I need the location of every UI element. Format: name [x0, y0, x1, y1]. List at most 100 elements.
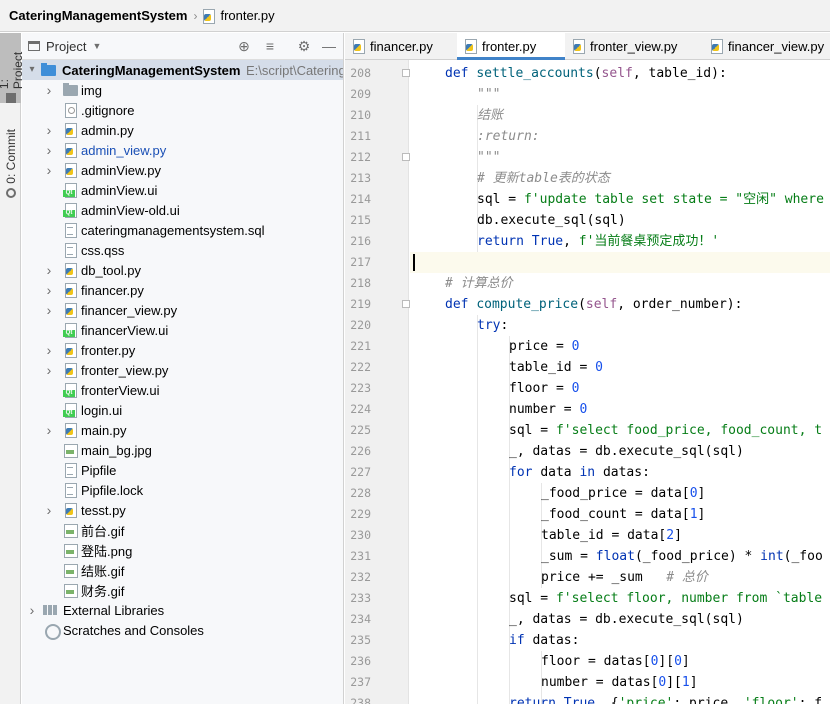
tree-item[interactable]: main_bg.jpg	[22, 440, 343, 460]
breadcrumb-project[interactable]: CateringManagementSystem	[9, 8, 187, 23]
code-line[interactable]: def settle_accounts(self, table_id):	[410, 63, 830, 84]
code-line[interactable]: table_id = 0	[410, 357, 830, 378]
project-view-selector[interactable]: Project	[46, 39, 86, 54]
tree-item[interactable]: › fronter.py	[22, 340, 343, 360]
tree-item-label: External Libraries	[63, 602, 165, 618]
code-line[interactable]: sql = f'select floor, number from `table	[410, 588, 830, 609]
code-line[interactable]: _food_count = data[1]	[410, 504, 830, 525]
tree-item[interactable]: › db_tool.py	[22, 260, 343, 280]
code-line[interactable]: return True, {'price': price, 'floor': f	[410, 693, 830, 704]
text-cursor	[413, 254, 415, 271]
chevron-right-icon[interactable]: ›	[44, 120, 54, 140]
tree-item-external-libraries[interactable]: › External Libraries	[22, 600, 343, 620]
code-line[interactable]: table_id = data[2]	[410, 525, 830, 546]
code-line[interactable]: number = datas[0][1]	[410, 672, 830, 693]
tree-item[interactable]: 前台.gif	[22, 520, 343, 540]
tree-item[interactable]: › tesst.py	[22, 500, 343, 520]
code-line[interactable]: floor = 0	[410, 378, 830, 399]
code-line[interactable]: sql = f'update table set state = "空闲" wh…	[410, 189, 830, 210]
editor-tab[interactable]: fronter_view.py	[565, 33, 703, 60]
tree-item[interactable]: 结账.gif	[22, 560, 343, 580]
breadcrumb-file[interactable]: fronter.py	[220, 8, 274, 23]
code-line[interactable]: return True, f'当前餐桌预定成功！'	[410, 231, 830, 252]
code-line[interactable]: :return:	[410, 126, 830, 147]
tree-item[interactable]: css.qss	[22, 240, 343, 260]
code-line[interactable]: sql = f'select food_price, food_count, t	[410, 420, 830, 441]
tree-item[interactable]: Pipfile	[22, 460, 343, 480]
line-number: 220	[350, 318, 371, 332]
chevron-right-icon[interactable]: ›	[44, 420, 54, 440]
code-token: 'floor'	[743, 696, 799, 704]
editor-tab[interactable]: fronter.py	[457, 33, 565, 60]
tree-item-label: fronter.py	[81, 342, 136, 358]
tree-item[interactable]: adminView-old.ui	[22, 200, 343, 220]
tree-item-scratches[interactable]: Scratches and Consoles	[22, 620, 343, 640]
chevron-down-icon[interactable]: ▾	[27, 60, 37, 80]
tree-item[interactable]: › admin.py	[22, 120, 343, 140]
tree-item[interactable]: › fronter_view.py	[22, 360, 343, 380]
tree-item[interactable]: adminView.ui	[22, 180, 343, 200]
tree-item[interactable]: login.ui	[22, 400, 343, 420]
chevron-right-icon[interactable]: ›	[44, 80, 54, 100]
chevron-right-icon[interactable]: ›	[44, 280, 54, 300]
chevron-down-icon[interactable]: ▼	[92, 41, 101, 51]
chevron-right-icon[interactable]: ›	[44, 500, 54, 520]
collapse-all-icon[interactable]: ≡	[262, 38, 278, 54]
tree-item[interactable]: fronterView.ui	[22, 380, 343, 400]
fold-marker-icon[interactable]	[402, 300, 410, 308]
tree-item[interactable]: › adminView.py	[22, 160, 343, 180]
code-line[interactable]: """	[410, 84, 830, 105]
code-line[interactable]: # 更新table表的状态	[410, 168, 830, 189]
fold-marker-icon[interactable]	[402, 69, 410, 77]
commit-tool-tab[interactable]: 0: Commit	[0, 125, 21, 205]
tree-item[interactable]: .gitignore	[22, 100, 343, 120]
code-line[interactable]: def compute_price(self, order_number):	[410, 294, 830, 315]
code-line[interactable]: # 计算总价	[410, 273, 830, 294]
code-line[interactable]: price += _sum # 总价	[410, 567, 830, 588]
code-line[interactable]: if datas:	[410, 630, 830, 651]
locate-icon[interactable]: ⊕	[236, 38, 252, 54]
tree-item[interactable]: › financer.py	[22, 280, 343, 300]
tree-root-row[interactable]: ▾ CateringManagementSystem E:\script\Cat…	[22, 60, 343, 80]
tree-item[interactable]: cateringmanagementsystem.sql	[22, 220, 343, 240]
project-tool-tab[interactable]: 1: Project	[0, 33, 25, 103]
code-line[interactable]: _, datas = db.execute_sql(sql)	[410, 609, 830, 630]
editor-tab[interactable]: financer_view.py	[703, 33, 830, 60]
tree-item[interactable]: Pipfile.lock	[22, 480, 343, 500]
line-number: 221	[350, 339, 371, 353]
code-line[interactable]: floor = datas[0][0]	[410, 651, 830, 672]
code-line[interactable]: db.execute_sql(sql)	[410, 210, 830, 231]
code-line[interactable]: try:	[410, 315, 830, 336]
code-line[interactable]	[410, 252, 830, 273]
tree-item[interactable]: 登陆.png	[22, 540, 343, 560]
code-line[interactable]: 结账	[410, 105, 830, 126]
tree-item[interactable]: › main.py	[22, 420, 343, 440]
code-line[interactable]: _, datas = db.execute_sql(sql)	[410, 441, 830, 462]
code-line[interactable]: number = 0	[410, 399, 830, 420]
chevron-right-icon[interactable]: ›	[27, 600, 37, 620]
tree-item[interactable]: financerView.ui	[22, 320, 343, 340]
code-line[interactable]: _sum = float(_food_price) * int(_foo	[410, 546, 830, 567]
hide-icon[interactable]: —	[321, 38, 337, 54]
tree-item[interactable]: › financer_view.py	[22, 300, 343, 320]
tree-item[interactable]: 财务.gif	[22, 580, 343, 600]
chevron-right-icon[interactable]: ›	[44, 140, 54, 160]
code-token: _food_count = data[	[541, 507, 690, 522]
chevron-right-icon[interactable]: ›	[44, 160, 54, 180]
chevron-right-icon[interactable]: ›	[44, 360, 54, 380]
fold-marker-icon[interactable]	[402, 153, 410, 161]
code-token: sql =	[509, 591, 556, 606]
editor-tab[interactable]: financer.py	[345, 33, 457, 60]
code-line[interactable]: """	[410, 147, 830, 168]
code-token: : f	[798, 696, 823, 704]
code-line[interactable]: _food_price = data[0]	[410, 483, 830, 504]
gear-icon[interactable]: ⚙	[296, 38, 312, 54]
chevron-right-icon[interactable]: ›	[44, 340, 54, 360]
tree-item[interactable]: › admin_view.py	[22, 140, 343, 160]
code-editor[interactable]: def settle_accounts(self, table_id): """ 结…	[410, 60, 830, 704]
chevron-right-icon[interactable]: ›	[44, 260, 54, 280]
code-line[interactable]: price = 0	[410, 336, 830, 357]
code-line[interactable]: for data in datas:	[410, 462, 830, 483]
chevron-right-icon[interactable]: ›	[44, 300, 54, 320]
tree-item[interactable]: › img	[22, 80, 343, 100]
